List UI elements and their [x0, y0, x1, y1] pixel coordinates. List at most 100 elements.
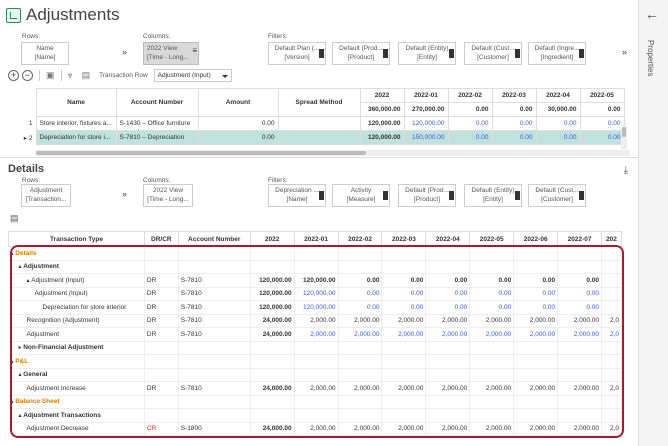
value-cell[interactable] [601, 354, 622, 369]
value-cell[interactable]: 2,000.00 [557, 422, 602, 436]
value-cell[interactable] [425, 408, 471, 423]
details-row[interactable]: ▴ Adjustment Transactions [8, 408, 622, 423]
details-col-header[interactable]: 2022-01 [293, 231, 339, 247]
filter-dropdown-icon[interactable] [319, 191, 324, 200]
transaction-type-cell[interactable]: ▴ P&L [8, 354, 145, 369]
value-cell[interactable]: 2,000.00 [513, 314, 559, 328]
details-col-header[interactable]: 2022-02 [337, 231, 383, 247]
filter-pill[interactable]: Depreciation ... [Name] [268, 184, 326, 207]
col-header-spread[interactable]: Spread Method [277, 88, 361, 117]
value-cell[interactable]: 0.00 [491, 116, 537, 131]
value-cell[interactable]: 2,000.00 [557, 381, 602, 396]
value-cell[interactable]: 120,000.00 [403, 116, 449, 131]
value-cell[interactable] [513, 354, 559, 369]
value-cell[interactable] [601, 260, 622, 274]
transaction-type-cell[interactable]: Recognition (Adjustment) [8, 314, 145, 328]
value-cell[interactable] [601, 300, 622, 315]
details-row[interactable]: ▸ Non-Financial Adjustment [8, 341, 622, 355]
value-cell[interactable] [381, 368, 427, 382]
filter-dropdown-icon[interactable] [383, 191, 388, 200]
details-col-header[interactable]: 2022-05 [469, 231, 515, 247]
account-cell[interactable]: S-1430 – Office furniture [115, 116, 199, 131]
value-cell[interactable]: 2,000.00 [338, 381, 383, 396]
filter-dropdown-icon[interactable] [383, 49, 388, 58]
value-cell[interactable] [294, 246, 339, 261]
value-cell[interactable]: 0.00 [557, 287, 602, 301]
value-cell[interactable]: 24,000.00 [250, 314, 295, 328]
value-cell[interactable] [250, 260, 295, 274]
value-cell[interactable] [381, 395, 427, 409]
details-row[interactable]: ▴ Details [8, 246, 622, 261]
value-cell[interactable]: 120,000.00 [294, 273, 339, 288]
value-cell[interactable]: 120,000.00 [359, 116, 405, 131]
value-cell[interactable] [601, 273, 622, 288]
value-cell[interactable]: 2,000.00 [294, 381, 339, 396]
name-cell[interactable]: Depreciation for store i... [35, 130, 117, 145]
value-cell[interactable] [513, 260, 559, 274]
value-cell[interactable] [294, 395, 339, 409]
value-cell[interactable]: 150,000.00 [403, 130, 449, 145]
filter-pill[interactable]: Default (Entity) [Entity] [464, 184, 522, 207]
details-row[interactable]: ▴ General [8, 368, 622, 382]
value-cell[interactable] [513, 395, 559, 409]
value-cell[interactable]: 2,000.00 [469, 381, 515, 396]
value-cell[interactable] [338, 246, 383, 261]
name-cell[interactable]: Store interior, fixtures a... [35, 116, 117, 131]
col-header-amount[interactable]: Amount [197, 88, 279, 117]
col-header-period[interactable]: 2022-04 [535, 88, 581, 103]
value-cell[interactable]: 2,000.00 [338, 327, 383, 342]
details-row[interactable]: ▴ P&L [8, 354, 622, 369]
value-cell[interactable] [250, 246, 295, 261]
value-cell[interactable] [513, 246, 559, 261]
value-cell[interactable]: 2,0 [601, 314, 622, 328]
details-col-header[interactable]: 202 [601, 231, 622, 247]
value-cell[interactable]: 24,000.00 [250, 327, 295, 342]
back-arrow-icon[interactable]: ← [645, 6, 659, 22]
export-icon[interactable]: ▤ [82, 70, 91, 81]
col-header-period[interactable]: 2022 [359, 88, 405, 103]
value-cell[interactable]: 2,000.00 [469, 314, 515, 328]
details-col-header[interactable]: 2022 [249, 231, 295, 247]
value-cell[interactable]: 2,000.00 [469, 422, 515, 436]
value-cell[interactable]: 0.00 [447, 130, 493, 145]
col-header-period[interactable]: 2022-01 [403, 88, 449, 103]
details-col-header[interactable]: 2022-06 [513, 231, 559, 247]
details-row-pill[interactable]: Adjustment [Transaction... [21, 184, 71, 207]
value-cell[interactable] [381, 341, 427, 355]
value-cell[interactable] [381, 354, 427, 369]
value-cell[interactable]: 2,000.00 [294, 327, 339, 342]
value-cell[interactable] [381, 260, 427, 274]
value-cell[interactable] [425, 260, 471, 274]
details-col-header[interactable]: 2022-04 [425, 231, 471, 247]
value-cell[interactable]: 0.00 [338, 287, 383, 301]
value-cell[interactable]: 2,000.00 [557, 327, 602, 342]
value-cell[interactable]: 2,000.00 [513, 422, 559, 436]
value-cell[interactable] [338, 341, 383, 355]
value-cell[interactable] [513, 368, 559, 382]
value-cell[interactable]: 0.00 [425, 287, 471, 301]
value-cell[interactable]: 0.00 [381, 300, 427, 315]
value-cell[interactable]: 0.00 [469, 287, 515, 301]
details-row[interactable]: ▴ Balance Sheet [8, 395, 622, 409]
value-cell[interactable]: 0.00 [447, 116, 493, 131]
value-cell[interactable]: 0.00 [513, 287, 559, 301]
value-cell[interactable]: 0.00 [469, 273, 515, 288]
value-cell[interactable]: 24,000.00 [250, 422, 295, 436]
value-cell[interactable]: 2,000.00 [381, 422, 427, 436]
value-cell[interactable]: 2,000.00 [557, 314, 602, 328]
menu-icon[interactable]: ≡ [192, 46, 197, 56]
export-icon[interactable]: ▤ [10, 213, 19, 224]
value-cell[interactable] [338, 395, 383, 409]
value-cell[interactable] [557, 246, 602, 261]
value-cell[interactable] [425, 246, 471, 261]
value-cell[interactable] [425, 395, 471, 409]
value-cell[interactable] [381, 246, 427, 261]
spread-cell[interactable] [277, 130, 361, 145]
remove-icon[interactable]: − [22, 69, 33, 81]
value-cell[interactable]: 0.00 [469, 300, 515, 315]
value-cell[interactable]: 2,000.00 [294, 422, 339, 436]
filter-pill[interactable]: Default (Cust... [Customer] [464, 42, 522, 65]
value-cell[interactable]: 0.00 [491, 130, 537, 145]
value-cell[interactable]: 120,000.00 [294, 287, 339, 301]
amount-cell[interactable]: 0.00 [197, 130, 279, 145]
